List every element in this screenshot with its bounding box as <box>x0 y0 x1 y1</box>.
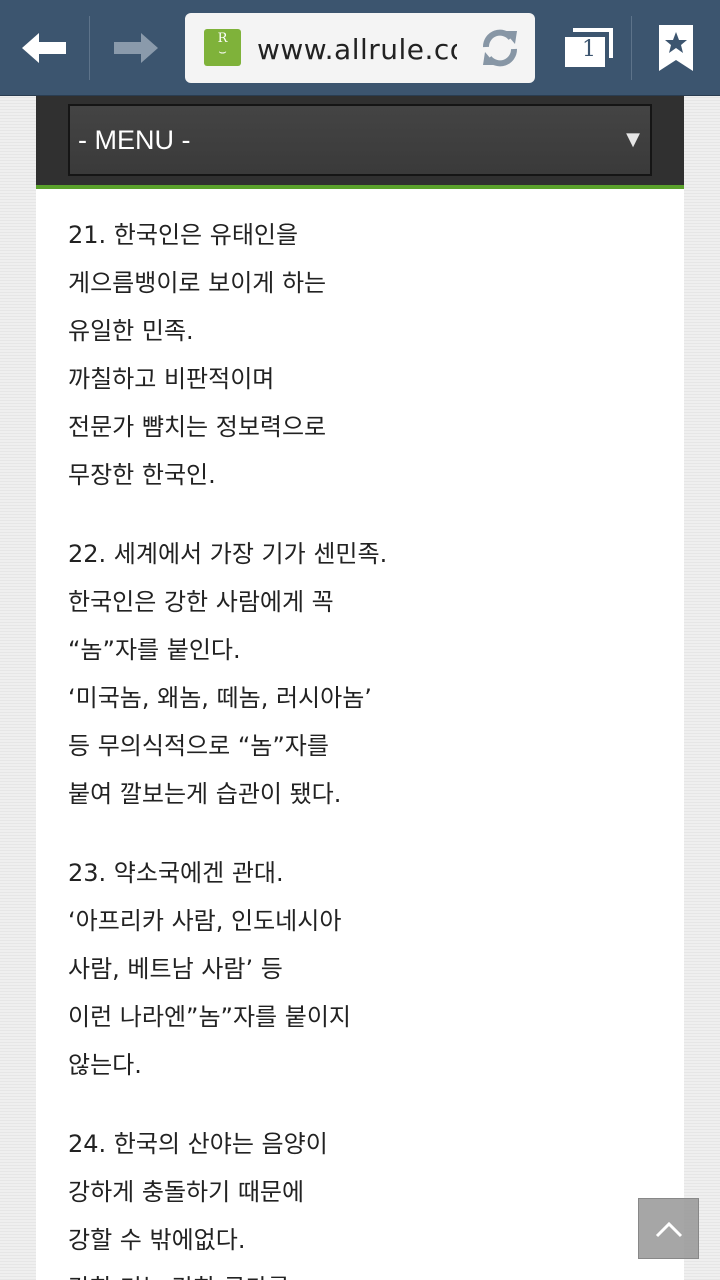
text-line: 까칠하고 비판적이며 <box>68 365 275 393</box>
text-line: 않는다. <box>68 1051 142 1079</box>
scroll-to-top-button[interactable] <box>638 1198 699 1259</box>
text-line: 강할 수 밖에없다. <box>68 1226 246 1254</box>
menu-band: - MENU - ▼ <box>36 96 684 189</box>
tabs-button[interactable]: 1 <box>548 0 630 96</box>
article-paragraph: 23. 약소국에겐 관대. ‘아프리카 사람, 인도네시아사람, 베트남 사람’ … <box>68 849 668 1089</box>
dropdown-arrow-icon: ▼ <box>626 129 640 150</box>
bookmark-star-icon <box>659 25 693 71</box>
address-bar[interactable]: R ⌣ www.allrule.co <box>185 13 535 83</box>
text-line: 한국인은 강한 사람에게 꼭 <box>68 588 334 616</box>
back-button[interactable] <box>0 0 90 96</box>
url-text[interactable]: www.allrule.co <box>257 13 457 83</box>
text-line: ‘아프리카 사람, 인도네시아 <box>68 907 342 935</box>
article-paragraph: 24. 한국의 산야는 음양이강하게 충돌하기 때문에강할 수 밖에없다. 강한 … <box>68 1120 668 1280</box>
reload-button[interactable] <box>475 23 525 73</box>
text-line: 22. 세계에서 가장 기가 센민족. <box>68 540 388 568</box>
text-line: 사람, 베트남 사람’ 등 <box>68 955 283 983</box>
tab-count: 1 <box>582 37 596 62</box>
text-line: “놈”자를 붙인다. <box>68 636 241 664</box>
article-paragraph: 21. 한국인은 유태인을게으름뱅이로 보이게 하는유일한 민족. 까칠하고 비판… <box>68 211 668 499</box>
text-line: 24. 한국의 산야는 음양이 <box>68 1130 328 1158</box>
text-line: 전문가 뺨치는 정보력으로 <box>68 413 327 441</box>
text-line: 이런 나라엔”놈”자를 붙이지 <box>68 1003 352 1031</box>
bookmark-button[interactable] <box>632 0 720 96</box>
site-favicon: R ⌣ <box>204 29 241 66</box>
text-line: 21. 한국인은 유태인을 <box>68 221 299 249</box>
text-line: ‘미국놈, 왜놈, 떼놈, 러시아놈’ <box>68 684 372 712</box>
reload-icon <box>483 29 517 67</box>
text-line: 게으름뱅이로 보이게 하는 <box>68 269 327 297</box>
back-arrow-icon <box>22 33 66 63</box>
smile-mark: ⌣ <box>218 45 227 60</box>
article-paragraph: 22. 세계에서 가장 기가 센민족. 한국인은 강한 사람에게 꼭 “놈”자를 붙… <box>68 530 668 818</box>
text-line: 붙여 깔보는게 습관이 됐다. <box>68 780 342 808</box>
menu-dropdown[interactable]: - MENU - ▼ <box>68 104 652 176</box>
text-line: 무장한 한국인. <box>68 461 216 489</box>
menu-label: - MENU - <box>78 125 191 155</box>
text-line: 강하게 충돌하기 때문에 <box>68 1178 305 1206</box>
article-body: 21. 한국인은 유태인을게으름뱅이로 보이게 하는유일한 민족. 까칠하고 비판… <box>68 211 668 1280</box>
forward-arrow-icon <box>114 33 158 63</box>
forward-button[interactable] <box>90 0 180 96</box>
text-line: 강한 기는 강한 국가를 <box>68 1264 668 1280</box>
text-line: 유일한 민족. <box>68 317 194 345</box>
text-line: 등 무의식적으로 “놈”자를 <box>68 732 329 760</box>
web-page: - MENU - ▼ 21. 한국인은 유태인을게으름뱅이로 보이게 하는유일한… <box>36 96 684 1280</box>
text-line: 23. 약소국에겐 관대. <box>68 859 284 887</box>
browser-toolbar: R ⌣ www.allrule.co 1 <box>0 0 720 96</box>
chevron-up-icon <box>655 1221 682 1237</box>
